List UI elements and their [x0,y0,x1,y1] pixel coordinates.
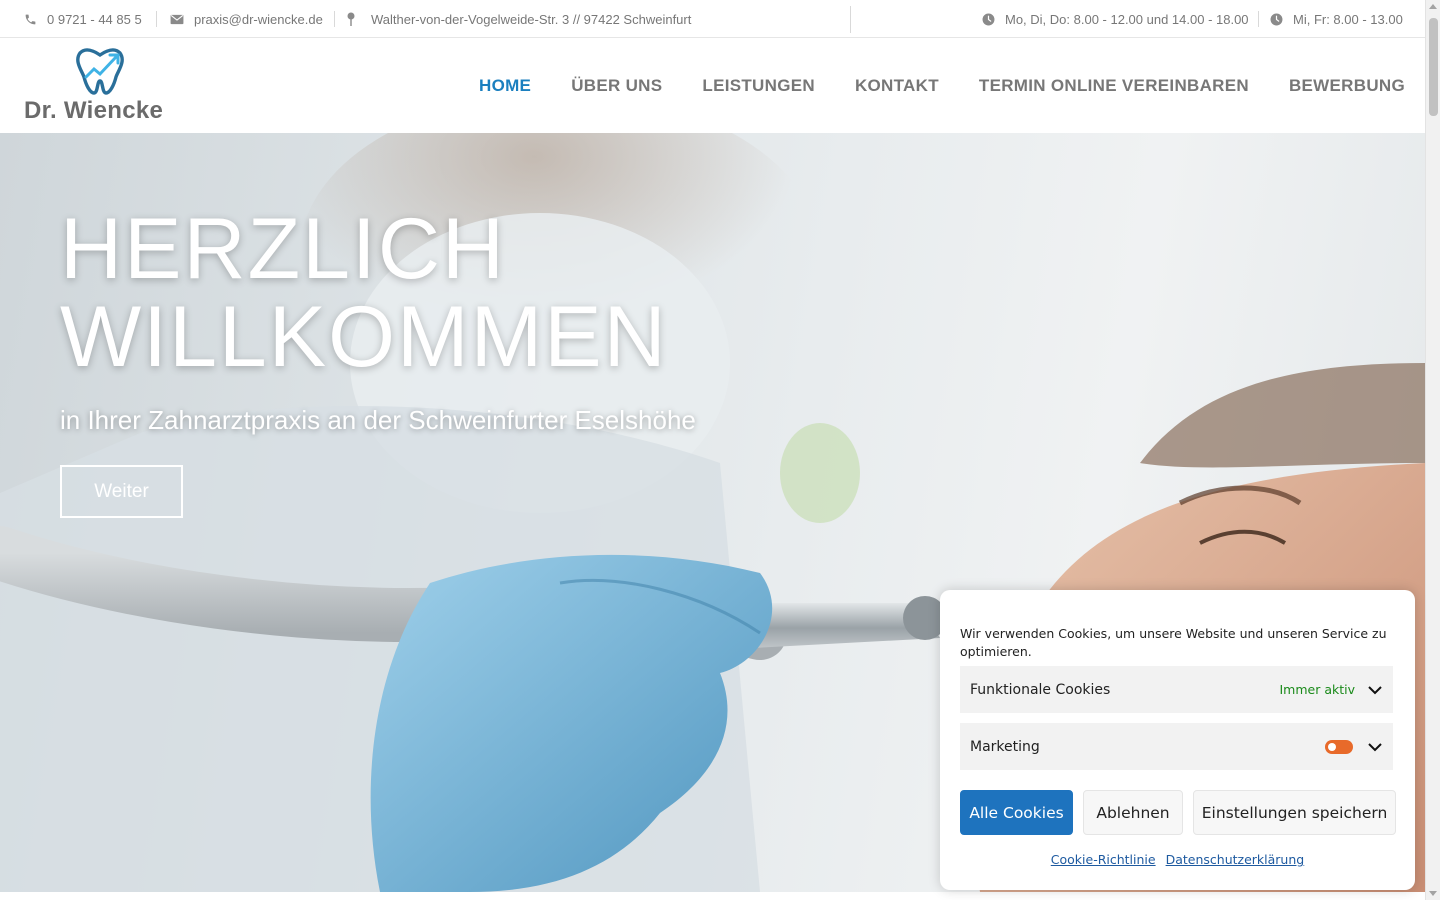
hero-title-line-1: HERZLICH [60,201,507,297]
nav-home[interactable]: HOME [479,76,531,96]
always-active-badge: Immer aktiv [1279,682,1355,697]
cookie-links: Cookie-Richtlinie Datenschutzerklärung [940,852,1415,867]
cookie-category-marketing[interactable]: Marketing [960,723,1393,770]
nav-contact[interactable]: KONTAKT [855,76,939,96]
top-bar: 0 9721 - 44 85 5 praxis@dr-wiencke.de Wa… [0,0,1425,38]
functional-cookies-label: Funktionale Cookies [970,681,1111,698]
logo-text: Dr. Wiencke [24,97,164,124]
opening-hours-1: Mo, Di, Do: 8.00 - 12.00 und 14.00 - 18.… [982,0,1249,38]
email-address: praxis@dr-wiencke.de [194,11,323,27]
marketing-label: Marketing [970,738,1040,755]
nav-about[interactable]: ÜBER UNS [571,76,662,96]
tooth-logo-icon [76,48,124,95]
divider [334,11,335,27]
scroll-up-arrow-icon[interactable] [1429,4,1437,9]
nav-application[interactable]: BEWERBUNG [1289,76,1405,96]
clock-icon [982,13,995,26]
nav-appointment[interactable]: TERMIN ONLINE VEREINBAREN [979,76,1249,96]
clock-icon [1270,13,1283,26]
toggle-knob [1328,742,1336,751]
phone-number: 0 9721 - 44 85 5 [47,11,142,27]
main-nav: HOME ÜBER UNS LEISTUNGEN KONTAKT TERMIN … [479,38,1405,133]
nav-services[interactable]: LEISTUNGEN [702,76,815,96]
hours-text-2: Mi, Fr: 8.00 - 13.00 [1293,11,1403,27]
cookie-category-functional[interactable]: Funktionale Cookies Immer aktiv [960,666,1393,713]
cookie-message: Wir verwenden Cookies, um unsere Website… [960,626,1387,659]
save-settings-button[interactable]: Einstellungen speichern [1193,790,1396,835]
divider [850,6,851,33]
cookie-consent-dialog: Wir verwenden Cookies, um unsere Website… [940,590,1415,890]
site-header: Dr. Wiencke HOME ÜBER UNS LEISTUNGEN KON… [0,38,1425,133]
phone-contact[interactable]: 0 9721 - 44 85 5 [24,0,142,38]
email-contact[interactable]: praxis@dr-wiencke.de [170,0,323,38]
privacy-policy-link[interactable]: Datenschutzerklärung [1166,852,1305,867]
site-logo[interactable]: Dr. Wiencke [24,47,184,125]
page-scrollbar[interactable] [1425,0,1440,900]
opening-hours-2: Mi, Fr: 8.00 - 13.00 [1270,0,1403,38]
hours-text-1: Mo, Di, Do: 8.00 - 12.00 und 14.00 - 18.… [1005,11,1249,27]
hero-title: HERZLICH WILLKOMMEN [60,205,668,381]
hero-subtitle: in Ihrer Zahnarztpraxis an der Schweinfu… [60,405,696,435]
scroll-down-arrow-icon[interactable] [1429,891,1437,896]
chevron-down-icon[interactable] [1367,739,1383,755]
address-text: Walther-von-der-Vogelweide-Str. 3 // 974… [371,11,692,27]
deny-cookies-button[interactable]: Ablehnen [1083,790,1183,835]
divider [1258,11,1259,27]
marketing-toggle[interactable] [1325,739,1353,754]
phone-icon [24,13,37,26]
envelope-icon [170,14,184,25]
hero-title-line-2: WILLKOMMEN [60,289,668,385]
cookie-policy-link[interactable]: Cookie-Richtlinie [1051,852,1156,867]
hero-continue-button[interactable]: Weiter [60,465,183,518]
chevron-down-icon[interactable] [1367,682,1383,698]
address-contact[interactable]: Walther-von-der-Vogelweide-Str. 3 // 974… [347,0,691,38]
map-pin-icon [347,12,355,26]
scrollbar-thumb[interactable] [1429,18,1438,116]
divider [156,11,157,27]
accept-all-cookies-button[interactable]: Alle Cookies [960,790,1073,835]
